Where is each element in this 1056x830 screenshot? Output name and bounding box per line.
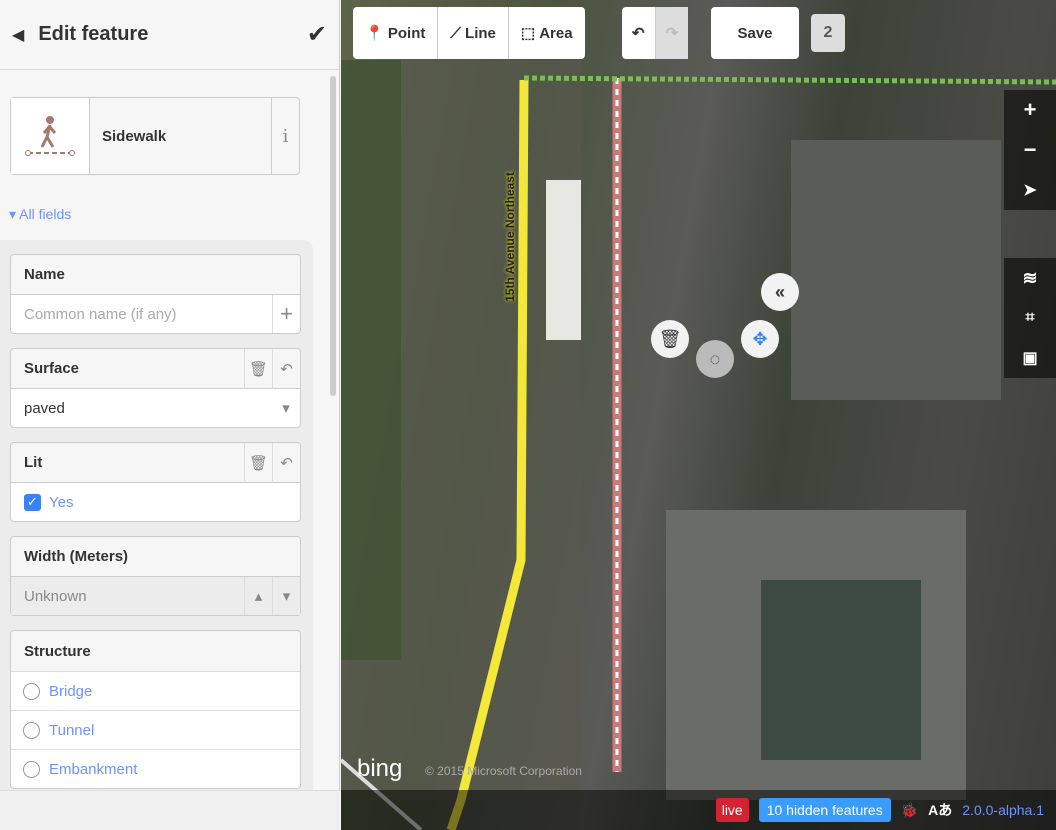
panel-controls: ≋ ⌗ ▣: [1004, 258, 1056, 378]
zoom-in-button[interactable]: +: [1004, 90, 1056, 130]
mode-buttons: 📍 Point ⟋ Line ⬚ Area: [353, 7, 585, 59]
attribution: © 2015 Microsoft Corporation: [425, 764, 582, 778]
redo-button[interactable]: ↷: [655, 7, 689, 59]
plus-icon[interactable]: +: [272, 295, 300, 333]
area-label: Area: [539, 24, 573, 42]
undo-icon[interactable]: ↶: [272, 442, 300, 483]
radial-menu: 🗑 ◌ ✥ «: [641, 260, 799, 378]
info-icon[interactable]: i: [271, 98, 299, 174]
surface-label: Surface: [24, 360, 80, 377]
caret-down-icon[interactable]: ▾: [272, 389, 300, 427]
sidebar-scrollbar[interactable]: [330, 76, 336, 396]
preset-button[interactable]: Sidewalk i: [10, 97, 300, 175]
line-label: Line: [465, 24, 496, 42]
add-area-button[interactable]: ⬚ Area: [509, 7, 585, 59]
structure-label: Structure: [24, 642, 91, 660]
edit-count: 2: [811, 14, 845, 52]
disconnect-icon[interactable]: «: [761, 273, 799, 311]
width-input[interactable]: Unknown: [24, 588, 244, 605]
map-features: [341, 60, 1056, 830]
all-fields-label: All fields: [19, 206, 72, 222]
lit-label: Lit: [24, 454, 43, 471]
add-line-button[interactable]: ⟋ Line: [438, 7, 509, 59]
save-button[interactable]: Save: [711, 7, 799, 59]
sidebar-header: ◀ Edit feature ✔: [0, 0, 339, 70]
field-surface: Surface 🗑 ↶ paved ▾: [10, 348, 301, 428]
version-link[interactable]: 2.0.0-alpha.1: [962, 802, 1044, 818]
map-controls: + − ➤: [1004, 90, 1056, 210]
radio-tunnel[interactable]: Tunnel: [11, 710, 300, 749]
footer-bar: live 10 hidden features 🐞 Aあ 2.0.0-alpha…: [341, 790, 1056, 830]
point-label: Point: [387, 24, 426, 42]
hidden-features-button[interactable]: 10 hidden features: [758, 798, 891, 822]
radio-embankment[interactable]: Embankment: [11, 749, 300, 788]
sidebar-title: Edit feature: [38, 23, 149, 45]
radio-label: Bridge: [49, 682, 93, 700]
lit-value: Yes: [49, 493, 74, 511]
trash-icon[interactable]: 🗑: [244, 442, 272, 483]
delete-icon[interactable]: 🗑: [651, 320, 689, 358]
field-structure: Structure Bridge Tunnel Embankment: [10, 630, 301, 789]
field-lit: Lit 🗑 ↶ ✓ Yes: [10, 442, 301, 522]
sidebar: ◀ Edit feature ✔ Sidewalk i ▾ All fields…: [0, 0, 340, 830]
trash-icon[interactable]: 🗑: [244, 348, 272, 389]
radio-bridge[interactable]: Bridge: [11, 671, 300, 710]
back-icon[interactable]: ◀: [12, 25, 24, 45]
check-icon[interactable]: ✔: [307, 20, 327, 49]
help-icon[interactable]: ▣: [1004, 338, 1056, 378]
zoom-out-button[interactable]: −: [1004, 130, 1056, 170]
bing-logo: bing: [357, 755, 403, 782]
add-point-button[interactable]: 📍 Point: [353, 7, 439, 59]
bug-icon[interactable]: 🐞: [901, 802, 918, 819]
name-input[interactable]: Common name (if any): [24, 306, 272, 323]
field-width: Width (Meters) Unknown ▴ ▾: [10, 536, 301, 616]
lit-checkbox[interactable]: ✓: [24, 493, 41, 511]
language-icon[interactable]: Aあ: [928, 800, 952, 820]
save-label: Save: [737, 24, 773, 42]
name-label: Name: [24, 266, 65, 283]
undo-button[interactable]: ↶: [622, 7, 656, 59]
sidebar-footer: [0, 790, 340, 830]
map-data-icon[interactable]: ⌗: [1004, 298, 1056, 338]
radio-label: Embankment: [49, 760, 138, 778]
layers-icon[interactable]: ≋: [1004, 258, 1056, 298]
field-name: Name Common name (if any) +: [10, 254, 301, 334]
map[interactable]: 15th Avenue Northeast 🗑 ◌ ✥ « 📍 Point ⟋ …: [341, 0, 1056, 830]
width-label: Width (Meters): [24, 548, 129, 565]
decrement-icon[interactable]: ▾: [272, 577, 300, 615]
surface-combo[interactable]: paved: [24, 400, 272, 417]
move-icon[interactable]: ✥: [741, 320, 779, 358]
preset-name: Sidewalk: [102, 127, 167, 145]
street-label: 15th Avenue Northeast: [502, 172, 517, 302]
live-badge: live: [715, 798, 749, 822]
all-fields-toggle[interactable]: ▾ All fields: [9, 206, 71, 223]
undo-redo: ↶ ↷: [622, 7, 689, 59]
increment-icon[interactable]: ▴: [244, 577, 272, 615]
undo-icon[interactable]: ↶: [272, 348, 300, 389]
pedestrian-icon: [11, 98, 90, 174]
geolocate-button[interactable]: ➤: [1004, 170, 1056, 210]
fields-list: Name Common name (if any) + Surface 🗑 ↶ pav…: [0, 240, 313, 800]
circularize-icon[interactable]: ◌: [696, 340, 734, 378]
radio-label: Tunnel: [49, 721, 95, 739]
